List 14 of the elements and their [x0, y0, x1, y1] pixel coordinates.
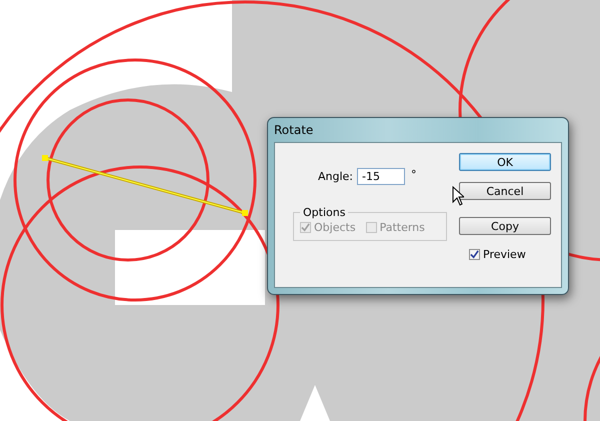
- angle-label: Angle:: [318, 170, 354, 183]
- options-legend: Options: [300, 206, 348, 219]
- mouse-pointer-icon: [452, 186, 464, 206]
- dialog-button[interactable]: OK: [459, 153, 551, 171]
- checkbox-label: Patterns: [380, 221, 425, 234]
- preview-checkbox[interactable]: [469, 249, 480, 260]
- selected-path-line[interactable]: [42, 155, 248, 216]
- degree-unit: °: [411, 168, 417, 181]
- dialog-button[interactable]: Copy: [459, 217, 551, 235]
- dialog-button[interactable]: Cancel: [459, 182, 551, 200]
- checkbox-label: Preview: [483, 248, 526, 261]
- dialog-title: Rotate: [274, 123, 314, 137]
- angle-input-field[interactable]: -15: [357, 168, 406, 185]
- checkbox-label: Objects: [314, 221, 356, 234]
